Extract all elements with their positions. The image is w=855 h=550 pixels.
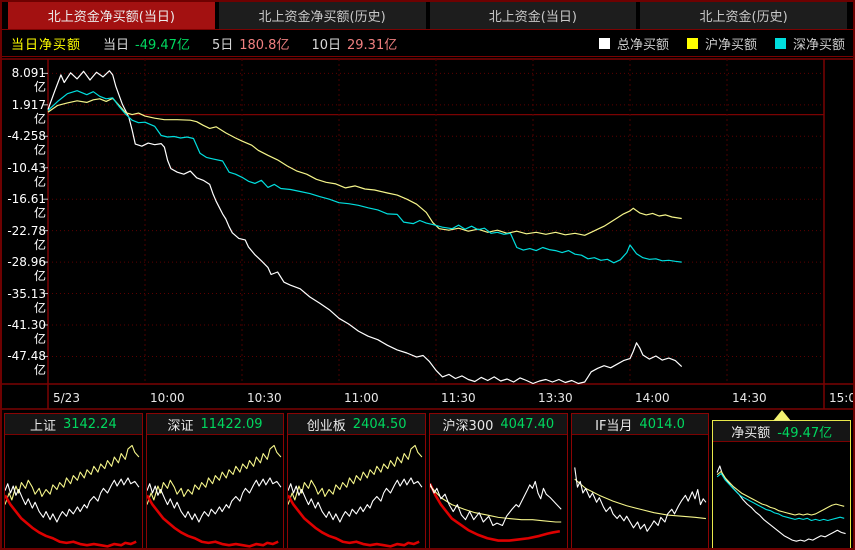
mini-chart-svg xyxy=(430,435,567,550)
sz-swatch-icon xyxy=(775,38,786,49)
x-axis-label: 13:30 xyxy=(538,388,573,408)
mini-series-line xyxy=(5,445,139,504)
main-chart-svg[interactable] xyxy=(2,58,853,410)
summary-10d-label: 10日 xyxy=(311,38,341,53)
mini-series-line xyxy=(717,466,845,541)
legend-total: 总净买额 xyxy=(599,34,669,53)
mini-value: -49.47亿 xyxy=(777,422,832,441)
mini-series-line xyxy=(430,484,560,541)
mini-value: 11422.09 xyxy=(201,417,263,432)
y-axis-label: -22.78亿 xyxy=(2,224,46,252)
tab-net-buy-today[interactable]: 北上资金净买额(当日) xyxy=(8,2,215,29)
mini-series-line xyxy=(717,474,844,521)
mini-label: 创业板 xyxy=(307,415,346,434)
total-swatch-icon xyxy=(599,38,610,49)
x-axis-label: 14:00 xyxy=(635,388,670,408)
mini-chart-svg xyxy=(288,435,425,550)
mini-panel-hs300[interactable]: 沪深300 4047.40 xyxy=(429,413,568,550)
y-axis-label: -28.96亿 xyxy=(2,255,46,283)
mini-series-line xyxy=(5,478,139,522)
mini-chart-svg xyxy=(572,435,709,550)
series-legend: 总净买额 沪净买额 深净买额 xyxy=(581,34,845,53)
mini-label: 沪深300 xyxy=(443,415,494,434)
mini-value: 4047.40 xyxy=(500,417,554,432)
mini-panel-shenzhen[interactable]: 深证 11422.09 xyxy=(146,413,285,550)
series-line-深净买额 xyxy=(48,91,682,263)
northbound-funds-app: 北上资金净买额(当日) 北上资金净买额(历史) 北上资金(当日) 北上资金(历史… xyxy=(0,0,855,550)
x-axis-label: 10:00 xyxy=(150,388,185,408)
mini-panel-if-futures[interactable]: IF当月 4014.0 xyxy=(571,413,710,550)
mini-chart-svg xyxy=(5,435,142,550)
tab-net-buy-history[interactable]: 北上资金净买额(历史) xyxy=(219,2,426,29)
chart-title: 当日净买额 xyxy=(11,34,81,53)
mini-label: 净买额 xyxy=(731,422,770,441)
x-axis-label: 11:00 xyxy=(344,388,379,408)
mini-series-line xyxy=(288,478,422,522)
legend-sh-label: 沪净买额 xyxy=(705,34,757,53)
mini-series-line xyxy=(147,478,281,522)
summary-today: 当日 -49.47亿 xyxy=(103,34,190,53)
x-axis-label: 10:30 xyxy=(247,388,282,408)
series-line-沪净买额 xyxy=(48,98,682,235)
mini-label: IF当月 xyxy=(595,415,632,434)
x-axis-label: 5/23 xyxy=(53,388,80,408)
tab-funds-history[interactable]: 北上资金(历史) xyxy=(640,2,847,29)
x-axis-label: 14:30 xyxy=(732,388,767,408)
mini-series-line xyxy=(147,445,281,504)
summary-today-label: 当日 xyxy=(103,38,129,53)
mini-series-line xyxy=(574,479,705,518)
y-axis-label: -41.30亿 xyxy=(2,318,46,346)
tab-funds-today[interactable]: 北上资金(当日) xyxy=(430,2,637,29)
summary-legend-bar: 当日净买额 当日 -49.47亿 5日 180.8亿 10日 29.31亿 总净买额 … xyxy=(2,31,853,57)
y-axis-label: 1.917亿 xyxy=(2,98,46,126)
mini-value: 3142.24 xyxy=(63,417,117,432)
selected-triangle-icon xyxy=(773,410,791,421)
mini-chart-svg xyxy=(713,442,850,550)
sh-swatch-icon xyxy=(687,38,698,49)
mini-value: 4014.0 xyxy=(639,417,685,432)
legend-sz-label: 深净买额 xyxy=(793,34,845,53)
mini-series-line xyxy=(574,467,705,531)
mini-chart-svg xyxy=(147,435,284,550)
mini-series-line xyxy=(288,445,422,504)
x-axis-label: 11:30 xyxy=(441,388,476,408)
summary-10d-value: 29.31亿 xyxy=(347,38,397,53)
summary-5d-value: 180.8亿 xyxy=(239,38,289,53)
series-line-总净买额 xyxy=(48,71,682,384)
mini-panel-shanghai[interactable]: 上证 3142.24 xyxy=(4,413,143,550)
legend-sz: 深净买额 xyxy=(775,34,845,53)
y-axis-label: -16.61亿 xyxy=(2,192,46,220)
y-axis-label: -10.43亿 xyxy=(2,161,46,189)
tab-bar: 北上资金净买额(当日) 北上资金净买额(历史) 北上资金(当日) 北上资金(历史… xyxy=(2,2,853,30)
summary-today-value: -49.47亿 xyxy=(135,38,190,53)
mini-series-line xyxy=(717,471,844,515)
legend-sh: 沪净买额 xyxy=(687,34,757,53)
y-axis-label: -4.258亿 xyxy=(2,129,46,157)
mini-label: 深证 xyxy=(167,415,193,434)
summary-5d: 5日 180.8亿 xyxy=(212,34,290,53)
mini-value: 2404.50 xyxy=(353,417,407,432)
y-axis-label: -35.13亿 xyxy=(2,287,46,315)
mini-panel-row: 上证 3142.24 深证 11422.09 创业板 2404.50 沪深300 404… xyxy=(4,413,851,550)
summary-5d-label: 5日 xyxy=(212,38,233,53)
main-chart-area[interactable]: 8.091亿 1.917亿 -4.258亿 -10.43亿 -16.61亿 -22.78亿… xyxy=(2,58,853,410)
legend-total-label: 总净买额 xyxy=(617,34,669,53)
mini-panel-net-buy[interactable]: 净买额 -49.47亿 xyxy=(712,420,851,550)
summary-10d: 10日 29.31亿 xyxy=(311,34,397,53)
y-axis-label: 8.091亿 xyxy=(2,66,46,94)
y-axis-label: -47.48亿 xyxy=(2,349,46,377)
x-axis-label: 15:00 xyxy=(829,388,855,408)
mini-label: 上证 xyxy=(30,415,56,434)
mini-panel-chinext[interactable]: 创业板 2404.50 xyxy=(287,413,426,550)
